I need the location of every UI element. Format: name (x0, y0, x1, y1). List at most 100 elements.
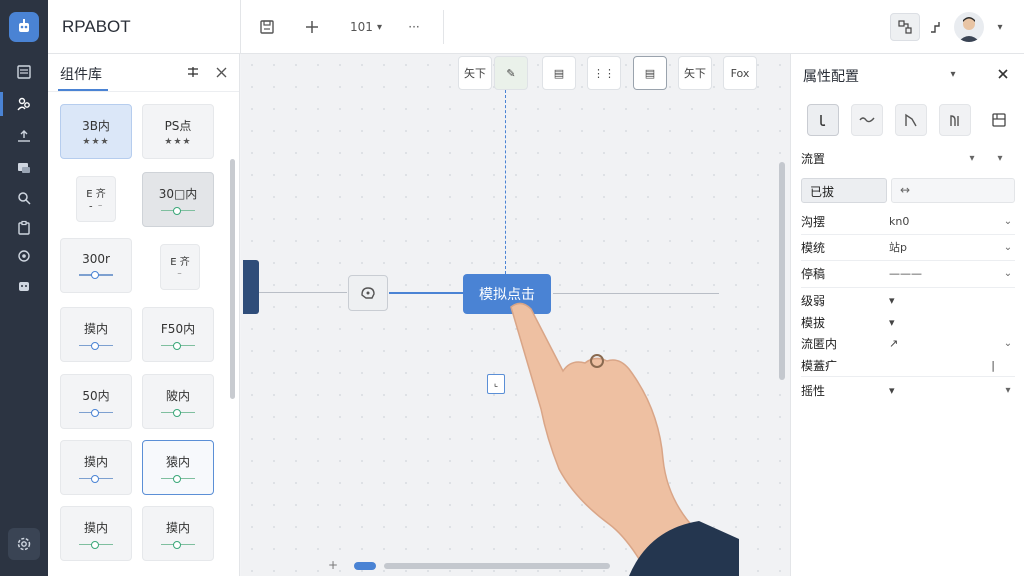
upload-icon[interactable] (10, 124, 38, 148)
canvas-tool-button[interactable]: Fox (723, 56, 757, 90)
property-label: 停稿 (801, 266, 826, 281)
component-card[interactable]: E 齐 ⁃ ⁻ (76, 176, 116, 222)
app-logo-icon[interactable] (9, 12, 39, 42)
property-row[interactable]: 摇性 ▾ ▾ (801, 378, 1015, 402)
component-card[interactable]: 30□内 (142, 172, 214, 227)
connector-active (389, 292, 463, 294)
header-divider (240, 0, 241, 54)
top-header: RPABOT 101 ▾ ··· ▾ (48, 0, 1024, 54)
flow-canvas[interactable]: 矢下 ✎ ▤ ⋮⋮ ▤ 矢下 Fox 模拟点击 ⌞ + (241, 54, 790, 576)
user-avatar[interactable] (954, 12, 984, 42)
property-value: kn0 (889, 214, 910, 228)
card-slider (79, 341, 113, 350)
property-label: 流匿内 (801, 336, 838, 351)
chevron-down-icon: ⌄ (1003, 267, 1013, 279)
close-icon[interactable] (212, 62, 230, 82)
component-card[interactable]: 3B内 ★★★ (60, 104, 132, 159)
settings-gear-icon[interactable] (8, 528, 40, 560)
card-slider (79, 271, 113, 279)
cursor-icon[interactable] (807, 104, 839, 136)
search-icon[interactable] (10, 186, 38, 210)
robot-icon[interactable] (10, 274, 38, 298)
component-card[interactable]: PS点 ★★★ (142, 104, 214, 159)
property-label: 模拔 (801, 315, 826, 330)
chevron-down-icon: ▾ (997, 152, 1003, 164)
card-slider (161, 341, 195, 350)
hand-icon (361, 287, 375, 299)
property-row[interactable]: 级弱 ▾ (801, 288, 1015, 312)
card-label: 摸内 (83, 454, 108, 469)
card-sub: ⁻ (177, 271, 183, 281)
card-slider (161, 540, 195, 549)
add-icon[interactable] (300, 15, 324, 39)
cog-icon[interactable] (10, 244, 38, 268)
canvas-tool-button[interactable]: 矢下 (458, 56, 492, 90)
property-label: 摇性 (801, 383, 826, 398)
row-divider (801, 376, 1015, 377)
section-header[interactable]: 流置 ▾ ▾ (801, 146, 1015, 170)
component-card[interactable]: 陂内 (142, 374, 214, 429)
card-slider (79, 408, 113, 417)
start-node[interactable] (243, 260, 259, 314)
property-row[interactable]: 沟摆 kn0 ⌄ (801, 209, 1015, 233)
pointing-hand-image (510, 302, 739, 576)
step-icon[interactable] (926, 15, 946, 39)
chevron-down-icon: ▾ (1005, 384, 1011, 396)
property-row[interactable]: 停稿 ——— ⌄ (801, 261, 1015, 285)
tab-toggle[interactable]: ↔ (891, 178, 1015, 203)
add-icon[interactable]: + (325, 556, 341, 574)
component-card[interactable]: 300r (60, 238, 132, 293)
property-row[interactable]: 模蓋疒 | (801, 353, 1015, 377)
component-card[interactable]: 摸内 (60, 440, 132, 495)
account-chevron-icon[interactable]: ▾ (992, 15, 1008, 39)
close-icon[interactable] (995, 66, 1011, 82)
canvas-tool-button[interactable]: ▤ (542, 56, 576, 90)
card-label: 摸内 (83, 321, 108, 336)
layout-icon[interactable] (890, 13, 920, 41)
more-icon[interactable]: ··· (403, 15, 425, 39)
card-rating: ★★★ (82, 136, 110, 147)
property-value: ↗ (889, 336, 899, 350)
chevron-down-icon[interactable]: ▾ (945, 66, 961, 82)
canvas-tool-button[interactable]: ▤ (633, 56, 667, 90)
hand-node[interactable] (348, 275, 388, 311)
component-card[interactable]: 摸内 (60, 307, 132, 362)
merge-icon[interactable] (939, 104, 971, 136)
canvas-tool-button[interactable]: 矢下 (678, 56, 712, 90)
panel-scrollbar[interactable] (230, 159, 235, 399)
wave-icon[interactable] (851, 104, 883, 136)
component-card[interactable]: 摸内 (60, 506, 132, 561)
card-slider (161, 474, 195, 483)
card-rating: ★★★ (164, 136, 192, 147)
users-icon[interactable] (0, 92, 38, 116)
canvas-scroll-thumb[interactable] (354, 562, 376, 570)
connector (553, 293, 719, 294)
clipboard-icon[interactable] (10, 216, 38, 240)
component-card[interactable]: F50内 (142, 307, 214, 362)
document-icon[interactable] (10, 60, 38, 84)
chat-icon[interactable] (10, 156, 38, 180)
save-icon[interactable] (255, 15, 279, 39)
property-label: 沟摆 (801, 214, 826, 229)
canvas-tool-button[interactable]: ✎ (494, 56, 528, 90)
panel-icon[interactable] (983, 104, 1015, 136)
component-card[interactable]: 猿内 (142, 440, 214, 495)
panel-divider (48, 91, 239, 92)
component-card[interactable]: 摸内 (142, 506, 214, 561)
card-label: 300r (82, 252, 110, 266)
route-icon[interactable] (895, 104, 927, 136)
canvas-tool-button[interactable]: ⋮⋮ (587, 56, 621, 90)
tab-selected[interactable]: 已拔 (801, 178, 887, 203)
card-slider (161, 206, 195, 215)
collapse-icon[interactable] (184, 62, 202, 82)
property-row[interactable]: 模统 站p ⌄ (801, 235, 1015, 259)
component-card[interactable]: 50内 (60, 374, 132, 429)
zoom-dropdown[interactable]: 101 ▾ (344, 15, 388, 39)
canvas-scrollbar-vertical[interactable] (779, 162, 785, 380)
connector (259, 292, 347, 293)
section-label: 流置 (801, 151, 826, 166)
property-row[interactable]: 流匿内 ↗ ⌄ (801, 331, 1015, 355)
card-label: 3B内 (82, 118, 110, 133)
card-label: E 齐 (86, 189, 106, 200)
component-card[interactable]: E 齐 ⁻ (160, 244, 200, 290)
